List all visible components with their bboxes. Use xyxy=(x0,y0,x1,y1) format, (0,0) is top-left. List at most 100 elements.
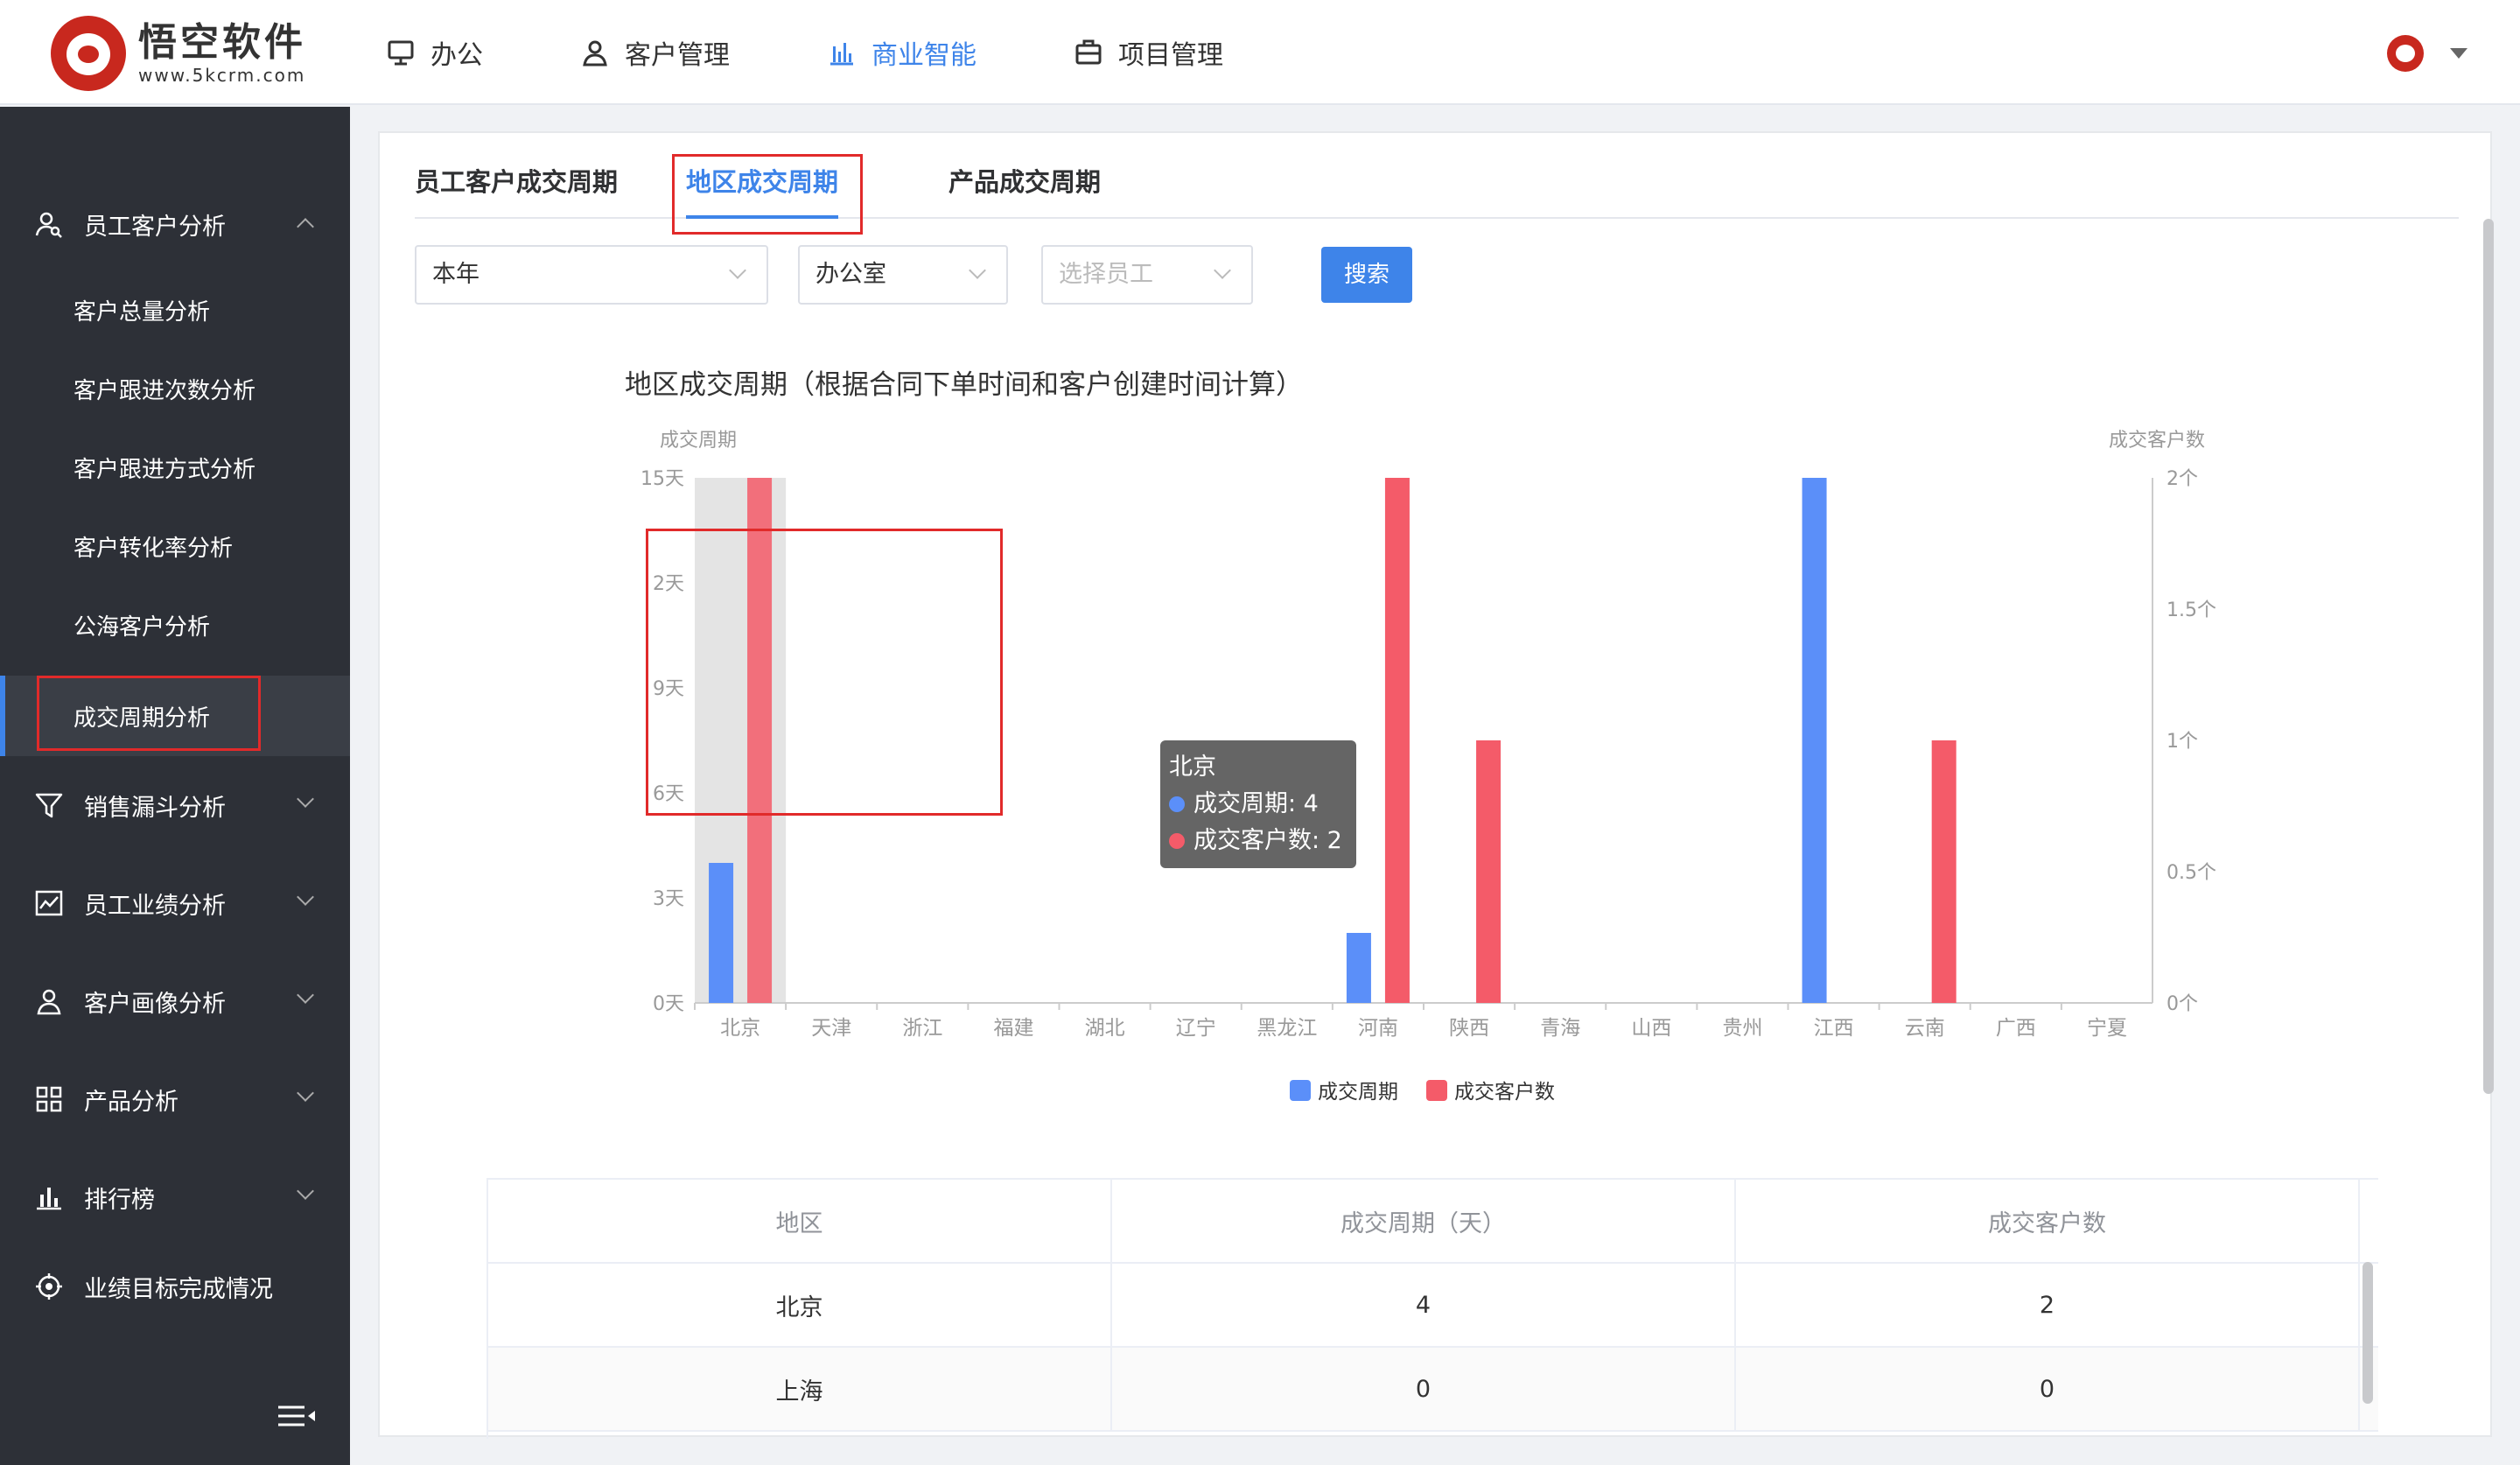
nav-bi[interactable]: 商业智能 xyxy=(826,0,976,105)
tooltip-line-cycle: 成交周期: 4 xyxy=(1194,790,1319,817)
x-tick-label: 陕西 xyxy=(1449,1017,1489,1040)
sidebar-group-target-completion[interactable]: 业绩目标完成情况 xyxy=(0,1260,350,1313)
legend-label-count: 成交客户数 xyxy=(1454,1081,1555,1104)
bar-customer-count xyxy=(1384,478,1410,1003)
table-cell: 北京 xyxy=(488,1264,1112,1346)
bar-customer-count xyxy=(1931,740,1956,1003)
left-tick-label: 9天 xyxy=(653,678,684,700)
legend-swatch-cycle xyxy=(1290,1080,1311,1101)
sidebar-item-followup-method[interactable]: 客户跟进方式分析 xyxy=(0,441,350,494)
left-tick-label: 2天 xyxy=(653,573,684,595)
sidebar-item-deal-cycle[interactable]: 成交周期分析 xyxy=(0,676,350,756)
x-tick-label: 北京 xyxy=(720,1017,760,1040)
sidebar-group-label: 销售漏斗分析 xyxy=(84,794,226,822)
x-tick-label: 黑龙江 xyxy=(1256,1017,1317,1040)
right-tick-label: 1个 xyxy=(2166,731,2198,753)
sidebar-group-employee-customer[interactable]: 员工客户分析 xyxy=(0,198,350,250)
target-icon xyxy=(33,1271,65,1302)
sidebar-group-ranking[interactable]: 排行榜 xyxy=(0,1171,350,1223)
table-cell: 4 xyxy=(1112,1264,1736,1346)
main-card: 员工客户成交周期 地区成交周期 产品成交周期 本年 办公室 选择员工 搜索 地区… xyxy=(378,131,2492,1439)
x-tick-label: 贵州 xyxy=(1722,1017,1762,1040)
sidebar-item-conversion-rate[interactable]: 客户转化率分析 xyxy=(0,520,350,572)
right-tick-label: 0个 xyxy=(2166,993,2198,1015)
legend-label-cycle: 成交周期 xyxy=(1318,1081,1398,1104)
table-header-cell: 成交周期（天） xyxy=(1112,1180,1736,1262)
nav-project[interactable]: 项目管理 xyxy=(1073,0,1223,105)
chevron-down-icon xyxy=(297,790,314,808)
sidebar-group-label: 业绩目标完成情况 xyxy=(84,1275,273,1303)
x-tick-label: 江西 xyxy=(1814,1017,1854,1040)
legend-swatch-count xyxy=(1426,1080,1447,1101)
funnel-icon xyxy=(33,789,65,821)
grid-icon xyxy=(33,1083,65,1115)
sidebar-group-customer-profile[interactable]: 客户画像分析 xyxy=(0,975,350,1027)
sidebar-group-employee-performance[interactable]: 员工业绩分析 xyxy=(0,877,350,929)
right-tick-label: 1.5个 xyxy=(2166,599,2216,621)
table-cell: 0 xyxy=(1112,1348,1736,1430)
table-row: 北京 4 2 xyxy=(488,1264,2378,1348)
user-icon xyxy=(33,985,65,1017)
table-cell: 0 xyxy=(1736,1348,2360,1430)
bar-chart-icon xyxy=(826,37,858,68)
data-table: 地区 成交周期（天） 成交客户数 北京 4 2 上海 0 0 xyxy=(486,1178,2378,1439)
right-tick-label: 0.5个 xyxy=(2166,862,2216,884)
region-cycle-chart: 成交周期 成交客户数0天3天6天9天2天15天0个0.5个1个1.5个2个北京 天津… xyxy=(640,430,2216,1104)
sidebar: 员工客户分析 客户总量分析 客户跟进次数分析 客户跟进方式分析 客户转化率分析 … xyxy=(0,107,350,1465)
x-tick-label: 浙江 xyxy=(902,1017,942,1040)
briefcase-icon xyxy=(1073,37,1104,68)
user-search-icon xyxy=(33,208,65,240)
nav-customer-label: 客户管理 xyxy=(625,40,730,71)
sidebar-group-sales-funnel[interactable]: 销售漏斗分析 xyxy=(0,779,350,831)
sidebar-group-label: 员工客户分析 xyxy=(84,213,226,241)
left-tick-label: 3天 xyxy=(653,888,684,910)
top-nav: 办公 客户管理 商业智能 项目管理 xyxy=(385,0,1320,105)
left-tick-label: 0天 xyxy=(653,993,684,1015)
main-scrollbar[interactable] xyxy=(2483,219,2494,1094)
nav-customer[interactable]: 客户管理 xyxy=(579,0,730,105)
sidebar-group-label: 产品分析 xyxy=(84,1088,178,1116)
user-icon xyxy=(579,37,611,68)
sidebar-item-public-pool[interactable]: 公海客户分析 xyxy=(0,599,350,651)
tooltip-line-count: 成交客户数: 2 xyxy=(1194,827,1342,854)
chevron-down-icon[interactable] xyxy=(2450,48,2468,59)
logo-name: 悟空软件 xyxy=(138,20,306,65)
x-tick-label: 辽宁 xyxy=(1176,1017,1216,1040)
table-header-cell: 成交客户数 xyxy=(1736,1180,2360,1262)
table-cell: 上海 xyxy=(488,1348,1112,1430)
left-tick-label: 6天 xyxy=(653,783,684,805)
nav-office-label: 办公 xyxy=(430,40,483,71)
chevron-down-icon xyxy=(297,1084,314,1102)
table-row: 上海 0 0 xyxy=(488,1348,2378,1432)
monitor-icon xyxy=(385,37,416,68)
x-tick-label: 青海 xyxy=(1540,1017,1580,1040)
user-avatar[interactable] xyxy=(2387,35,2424,72)
collapse-menu-icon[interactable] xyxy=(276,1402,317,1433)
tooltip-title: 北京 xyxy=(1169,754,1216,781)
x-tick-label: 天津 xyxy=(811,1017,851,1040)
chart-tooltip: 北京 成交周期: 4 成交客户数: 2 xyxy=(1160,740,1356,868)
nav-project-label: 项目管理 xyxy=(1118,40,1223,71)
sidebar-group-product-analysis[interactable]: 产品分析 xyxy=(0,1073,350,1125)
bar-customer-count xyxy=(1476,740,1502,1003)
series-dot-icon xyxy=(1169,833,1185,849)
x-tick-label: 福建 xyxy=(993,1017,1033,1040)
table-cell: 2 xyxy=(1736,1264,2360,1346)
bar-cycle xyxy=(1802,478,1827,1003)
bar-customer-count xyxy=(747,478,773,1003)
bar-cycle xyxy=(1346,933,1371,1003)
sidebar-item-followup-count[interactable]: 客户跟进次数分析 xyxy=(0,362,350,415)
table-scrollbar[interactable] xyxy=(2362,1262,2373,1404)
bar-cycle xyxy=(709,863,734,1003)
logo[interactable]: 悟空软件 www.5kcrm.com xyxy=(51,16,306,91)
nav-office[interactable]: 办公 xyxy=(385,0,483,105)
table-header-cell: 地区 xyxy=(488,1180,1112,1262)
x-tick-label: 云南 xyxy=(1905,1017,1945,1040)
sidebar-group-label: 排行榜 xyxy=(84,1186,155,1214)
x-tick-label: 湖北 xyxy=(1085,1017,1125,1040)
hover-shadow xyxy=(695,478,787,1003)
sidebar-item-total-customers[interactable]: 客户总量分析 xyxy=(0,284,350,336)
bar-chart-icon xyxy=(33,1181,65,1213)
monkey-logo-icon xyxy=(51,16,126,91)
nav-bi-label: 商业智能 xyxy=(872,40,976,71)
